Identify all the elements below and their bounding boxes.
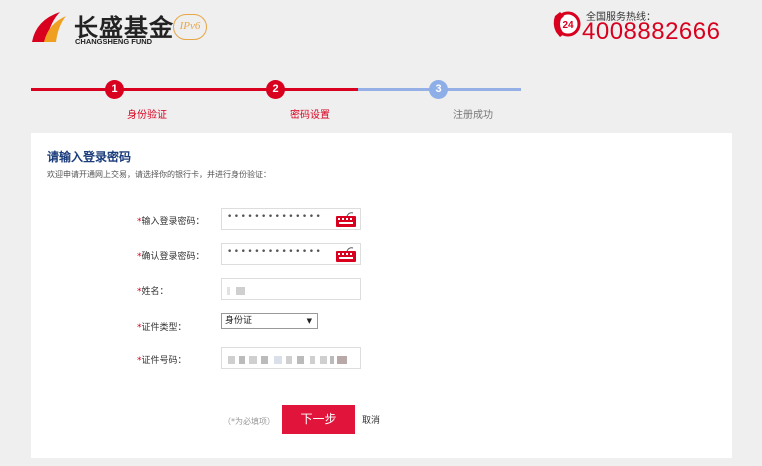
- masked-id: [249, 356, 257, 364]
- password-input[interactable]: ••••••••••••••: [221, 208, 361, 230]
- password-label: *输入登录密码：: [137, 214, 205, 227]
- id-number-label-text: 证件号码：: [141, 356, 187, 366]
- confirm-password-row: *确认登录密码： ••••••••••••••: [31, 243, 431, 267]
- id-type-label-text: 证件类型：: [141, 323, 187, 333]
- id-number-input[interactable]: [221, 347, 361, 369]
- hotline-number: 4008882666: [582, 18, 721, 45]
- confirm-password-label: *确认登录密码：: [137, 249, 205, 262]
- phone-24h-icon: 24: [553, 11, 581, 37]
- progress-line-complete: [31, 88, 358, 91]
- id-type-selected: 身份证: [225, 316, 253, 326]
- name-label: *姓名：: [137, 284, 169, 297]
- brand-name-en: CHANGSHENG FUND: [75, 37, 153, 46]
- virtual-keyboard-icon[interactable]: [335, 246, 357, 263]
- id-number-label: *证件号码：: [137, 353, 187, 366]
- step-3-marker: 3: [429, 80, 448, 99]
- brand-logo[interactable]: 长盛基金 CHANGSHENG FUND IPv6: [30, 10, 220, 48]
- masked-id: [330, 356, 334, 364]
- confirm-password-value: ••••••••••••••: [227, 247, 323, 257]
- password-form-panel: 请输入登录密码 欢迎申请开通网上交易，请选择你的银行卡，并进行身份验证： *输入…: [31, 133, 732, 458]
- masked-id: [320, 356, 327, 364]
- next-step-button[interactable]: 下一步: [282, 405, 355, 434]
- step-progress: 1 2 3 身份验证 密码设置 注册成功: [31, 78, 521, 122]
- confirm-password-label-text: 确认登录密码：: [141, 252, 205, 262]
- form-title: 请输入登录密码: [47, 150, 132, 164]
- masked-id: [337, 356, 347, 364]
- masked-id: [310, 356, 315, 364]
- name-label-text: 姓名：: [141, 287, 169, 297]
- masked-id: [286, 356, 292, 364]
- masked-id: [239, 356, 245, 364]
- masked-name: [227, 287, 230, 295]
- masked-id: [261, 356, 268, 364]
- password-label-text: 输入登录密码：: [141, 217, 205, 227]
- form-subtitle: 欢迎申请开通网上交易，请选择你的银行卡，并进行身份验证：: [47, 170, 271, 179]
- brand-logo-icon: [32, 12, 66, 42]
- masked-id: [297, 356, 304, 364]
- step-2-label: 密码设置: [290, 110, 330, 121]
- masked-id: [274, 356, 282, 364]
- id-number-row: *证件号码：: [31, 347, 431, 371]
- required-note: （*为必填项）: [223, 417, 275, 426]
- hotline-badge-text: 24: [562, 20, 574, 31]
- cancel-link[interactable]: 取消: [362, 413, 380, 426]
- name-row: *姓名：: [31, 278, 431, 302]
- id-type-label: *证件类型：: [137, 320, 187, 333]
- step-1-label: 身份验证: [127, 110, 167, 121]
- password-row: *输入登录密码： ••••••••••••••: [31, 208, 431, 232]
- virtual-keyboard-icon[interactable]: [335, 211, 357, 228]
- step-3-label: 注册成功: [453, 110, 493, 121]
- id-type-row: *证件类型： 身份证 ▼: [31, 313, 431, 337]
- dropdown-arrow-icon: ▼: [306, 317, 312, 325]
- id-type-select[interactable]: 身份证 ▼: [221, 313, 318, 329]
- password-value: ••••••••••••••: [227, 212, 323, 222]
- step-1-marker: 1: [105, 80, 124, 99]
- step-2-marker: 2: [266, 80, 285, 99]
- name-input[interactable]: [221, 278, 361, 300]
- confirm-password-input[interactable]: ••••••••••••••: [221, 243, 361, 265]
- masked-name: [236, 287, 245, 295]
- service-hotline: 24 全国服务热线： 4008882666: [552, 6, 732, 46]
- ipv6-badge: IPv6: [173, 14, 207, 40]
- masked-id: [228, 356, 235, 364]
